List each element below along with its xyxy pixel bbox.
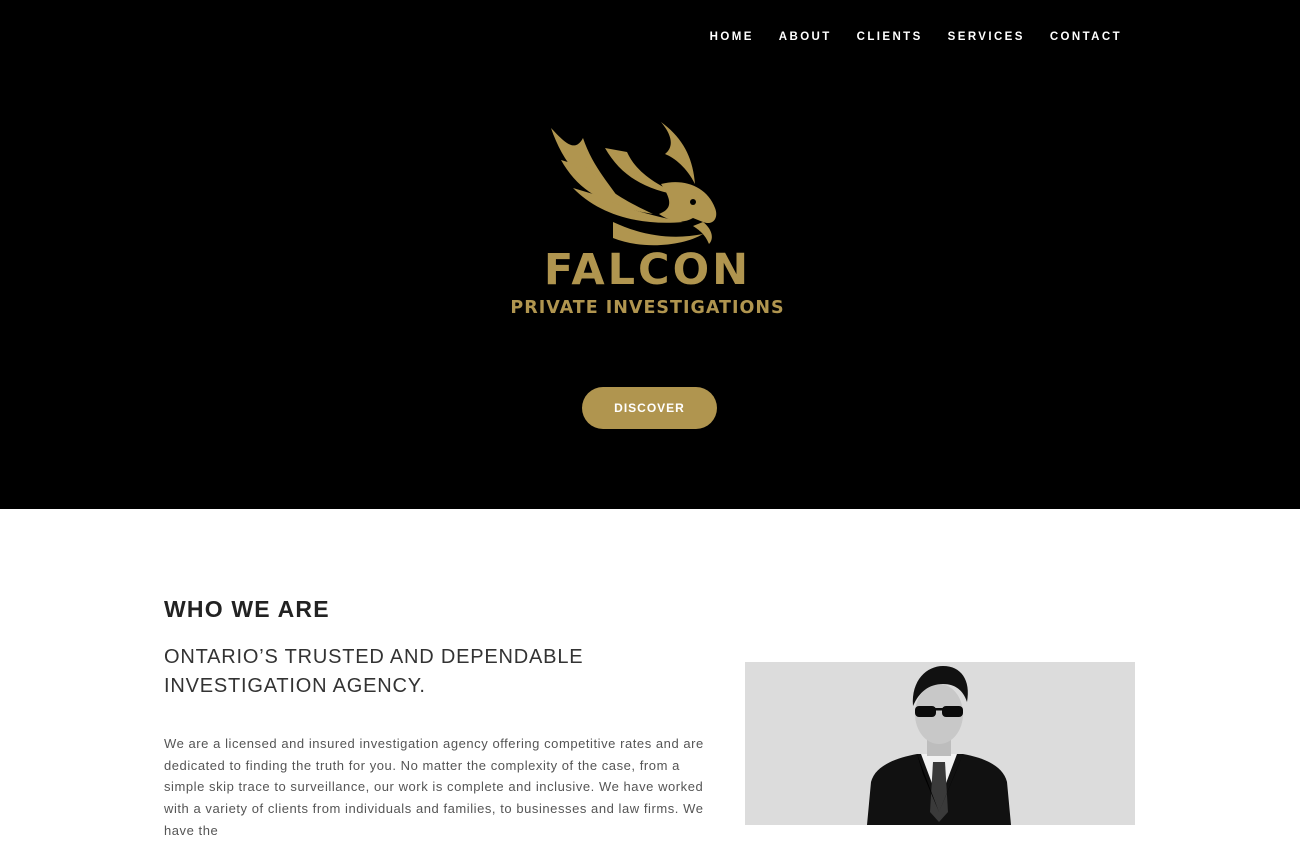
hero-section: HOME ABOUT CLIENTS SERVICES CONTACT FALC…: [0, 0, 1300, 509]
discover-button[interactable]: DISCOVER: [582, 387, 717, 429]
nav-contact-link[interactable]: CONTACT: [1050, 31, 1122, 43]
section-body-text: We are a licensed and insured investigat…: [164, 736, 704, 838]
agent-figure-icon: [867, 666, 1011, 825]
logo-wordmark: FALCON: [543, 245, 752, 295]
falcon-logo[interactable]: FALCON PRIVATE INVESTIGATIONS: [505, 118, 790, 328]
falcon-head-icon: [551, 122, 717, 246]
section-subtitle: ONTARIO’S TRUSTED AND DEPENDABLE INVESTI…: [164, 646, 584, 697]
nav-services-link[interactable]: SERVICES: [948, 31, 1025, 43]
main-nav: HOME ABOUT CLIENTS SERVICES CONTACT: [685, 31, 1122, 43]
nav-home-link[interactable]: HOME: [710, 31, 754, 43]
nav-about-link[interactable]: ABOUT: [779, 31, 832, 43]
section-title: WHO WE ARE: [164, 596, 330, 622]
agent-in-sunglasses-photo: [745, 662, 1135, 825]
nav-clients-link[interactable]: CLIENTS: [857, 31, 923, 43]
logo-tagline: PRIVATE INVESTIGATIONS: [510, 298, 785, 318]
